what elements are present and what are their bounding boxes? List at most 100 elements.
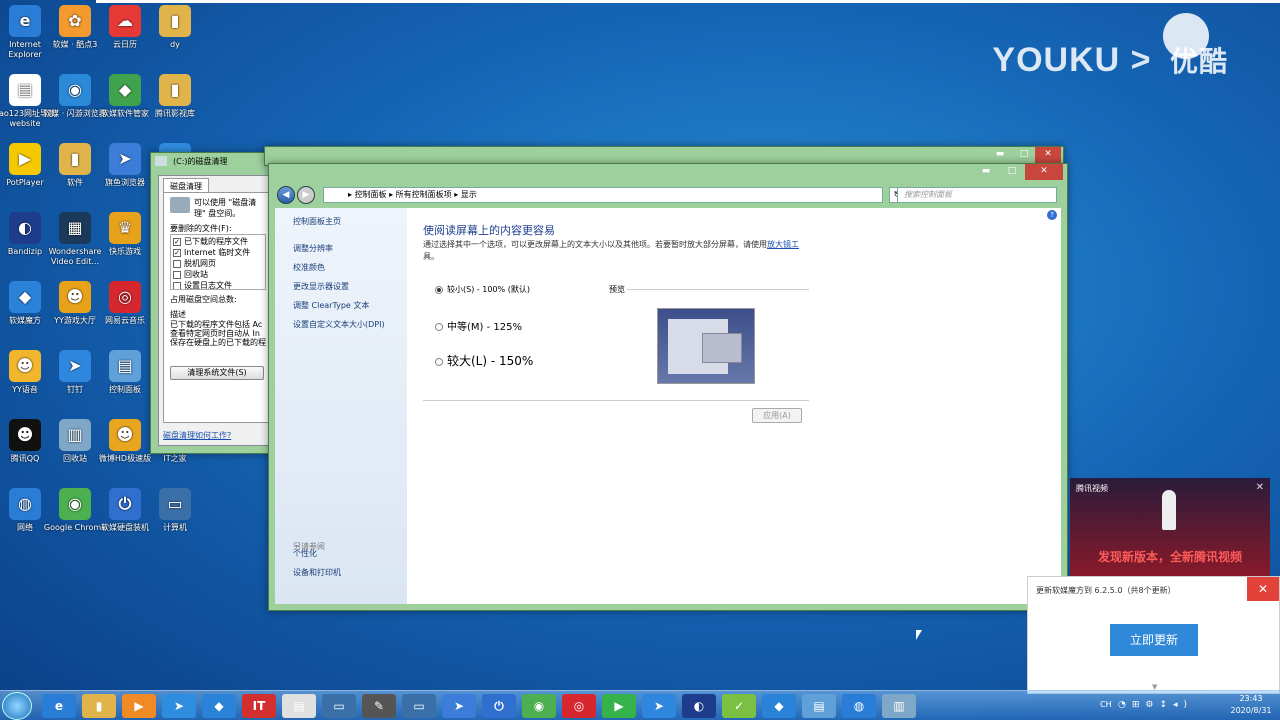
maximize-button[interactable]: □: [999, 164, 1025, 180]
clock[interactable]: 23:43 2020/8/31: [1226, 693, 1276, 717]
desktop-icon[interactable]: ▮ dy: [143, 5, 207, 50]
close-button[interactable]: ✕: [1025, 164, 1063, 180]
see-also-link[interactable]: 设备和打印机: [293, 567, 341, 578]
app-icon: ◉: [59, 74, 91, 106]
desktop-icon-label: 计算机: [163, 523, 187, 532]
text-size-option[interactable]: 较小(S) - 100% (默认): [435, 284, 530, 295]
display-window[interactable]: ▬ □ ✕ ◀ ▶ ▸ 控制面板 ▸ 所有控制面板项 ▸ 显示 ↻ 搜索控制面板…: [268, 163, 1068, 611]
taskbar-app-chrome[interactable]: ◉: [522, 694, 556, 718]
taskbar-app-notepad[interactable]: ▤: [282, 694, 316, 718]
file-checkbox[interactable]: [173, 270, 181, 279]
minimize-button[interactable]: ▬: [973, 164, 999, 180]
taskbar-app-computer[interactable]: ▭: [402, 694, 436, 718]
taskbar-app-bandizip[interactable]: ◐: [682, 694, 716, 718]
file-item[interactable]: ✓ Internet 临时文件: [173, 247, 263, 258]
taskbar-app-network[interactable]: ◍: [842, 694, 876, 718]
file-checkbox[interactable]: ✓: [173, 248, 181, 257]
file-checkbox[interactable]: [173, 281, 181, 289]
taskbar-app-power[interactable]: ⏻: [482, 694, 516, 718]
sidebar-link[interactable]: 更改显示器设置: [293, 281, 389, 292]
taskbar-app-media[interactable]: ▶: [122, 694, 156, 718]
taskbar-app-dingtalk[interactable]: ➤: [642, 694, 676, 718]
content-divider: [423, 400, 809, 401]
radio-button[interactable]: [435, 285, 443, 294]
taskbar-app-mofang2[interactable]: ◆: [762, 694, 796, 718]
bg-minimize-button[interactable]: ▬: [987, 147, 1013, 163]
intro-end: 具。: [423, 252, 439, 261]
see-also-link[interactable]: 个性化: [293, 548, 341, 559]
taskbar-app-pen[interactable]: ✎: [362, 694, 396, 718]
file-label: 脱机网页: [184, 259, 216, 268]
taskbar-app-explorer[interactable]: ▮: [82, 694, 116, 718]
sidebar-link[interactable]: 调整分辨率: [293, 243, 389, 254]
ime-indicator[interactable]: CH: [1100, 700, 1112, 709]
sidebar-link[interactable]: 校准颜色: [293, 262, 389, 273]
app-icon: ☻: [59, 281, 91, 313]
app-icon: ▦: [59, 212, 91, 244]
update-popup[interactable]: 更新软媒魔方到 6.2.5.0（共8个更新） ✕ 立即更新 ▼: [1027, 576, 1280, 694]
file-item[interactable]: 设置日志文件: [173, 280, 263, 289]
back-arrow-icon[interactable]: ◀: [277, 186, 295, 204]
app-icon: ◆: [9, 281, 41, 313]
taskbar-app-tencentvideo[interactable]: ▶: [602, 694, 636, 718]
app-icon: ☁: [109, 5, 141, 37]
tencent-video-popup[interactable]: 腾讯视频 ✕ 发现新版本，全新腾讯视频: [1070, 478, 1270, 578]
desktop-icon[interactable]: ▭ 计算机: [143, 488, 207, 533]
disk-cleanup-desc: 可以使用 "磁盘清理" 盘空间。: [194, 198, 257, 218]
sidebar-home[interactable]: 控制面板主页: [293, 216, 389, 227]
taskbar-app-drive[interactable]: ▥: [882, 694, 916, 718]
app-icon: ◎: [109, 281, 141, 313]
apply-button[interactable]: 应用(A): [752, 408, 802, 423]
breadcrumb-control-panel[interactable]: 控制面板: [355, 190, 387, 199]
update-now-button[interactable]: 立即更新: [1110, 624, 1198, 656]
cleanup-system-files-button[interactable]: 清理系统文件(S): [170, 366, 264, 380]
taskbar-app-xunlei[interactable]: ➤: [162, 694, 196, 718]
tencent-popup-message: 发现新版本，全新腾讯视频: [1097, 550, 1242, 564]
file-item[interactable]: ✓ 已下载的程序文件: [173, 236, 263, 247]
file-item[interactable]: 回收站: [173, 269, 263, 280]
app-icon: ◍: [9, 488, 41, 520]
app-icon: ▶: [9, 143, 41, 175]
search-input[interactable]: 搜索控制面板: [897, 187, 1057, 203]
text-size-option[interactable]: 较大(L) - 150%: [435, 352, 533, 369]
radio-button[interactable]: [435, 357, 443, 366]
youku-watermark: YOUKU > 优酷: [992, 40, 1228, 80]
desktop-icon[interactable]: ▮ 腾讯影视库: [143, 74, 207, 119]
taskbar-app-mofang[interactable]: ◆: [202, 694, 236, 718]
taskbar-app-netease[interactable]: ◎: [562, 694, 596, 718]
help-icon[interactable]: ?: [1047, 210, 1057, 220]
bg-close-button[interactable]: ✕: [1035, 147, 1061, 163]
start-button[interactable]: [2, 692, 32, 720]
taskbar-app-ithome[interactable]: IT: [242, 694, 276, 718]
magnifier-link[interactable]: 放大镜工: [767, 240, 799, 249]
taskbar-app-ie[interactable]: e: [42, 694, 76, 718]
tray-icons[interactable]: ◔⊞⚙↕◂): [1118, 700, 1193, 710]
breadcrumb[interactable]: ▸ 控制面板 ▸ 所有控制面板项 ▸ 显示: [323, 187, 883, 203]
update-popup-close-icon[interactable]: ✕: [1247, 577, 1279, 601]
forward-arrow-icon[interactable]: ▶: [297, 186, 315, 204]
file-checkbox[interactable]: ✓: [173, 237, 181, 246]
files-list: ✓ 已下载的程序文件 ✓ Internet 临时文件 脱机网页 回收站 设置日志文件: [170, 234, 266, 290]
breadcrumb-all-items[interactable]: 所有控制面板项: [396, 190, 452, 199]
file-checkbox[interactable]: [173, 259, 181, 268]
taskbar-app-cleaner[interactable]: ✓: [722, 694, 756, 718]
file-label: Internet 临时文件: [184, 248, 251, 257]
taskbar-app-setup[interactable]: ▭: [322, 694, 356, 718]
taskbar-app-controlpanel[interactable]: ▤: [802, 694, 836, 718]
sidebar-link[interactable]: 设置自定义文本大小(DPI): [293, 319, 389, 330]
youku-brand: YOUKU: [992, 41, 1121, 79]
tencent-popup-close-icon[interactable]: ✕: [1256, 482, 1264, 493]
app-icon: ▥: [59, 419, 91, 451]
breadcrumb-display[interactable]: 显示: [461, 190, 477, 199]
sidebar-link[interactable]: 调整 ClearType 文本: [293, 300, 389, 311]
sidebar-links: 调整分辨率校准颜色更改显示器设置 调整 ClearType 文本 设置自定义文本大小…: [293, 243, 389, 330]
file-item[interactable]: 脱机网页: [173, 258, 263, 269]
app-icon: ➤: [109, 143, 141, 175]
how-cleanup-works-link[interactable]: 磁盘清理如何工作?: [163, 430, 231, 441]
text-size-option[interactable]: 中等(M) - 125%: [435, 318, 522, 333]
bg-maximize-button[interactable]: □: [1011, 147, 1037, 163]
intro-body: 通过选择其中一个选项，可以更改屏幕上的文本大小以及其他项。若要暂时放大部分屏幕，…: [423, 240, 767, 249]
radio-button[interactable]: [435, 323, 443, 331]
taskbar-app-qiyu[interactable]: ➤: [442, 694, 476, 718]
see-also-links: 个性化 设备和打印机: [293, 548, 341, 586]
